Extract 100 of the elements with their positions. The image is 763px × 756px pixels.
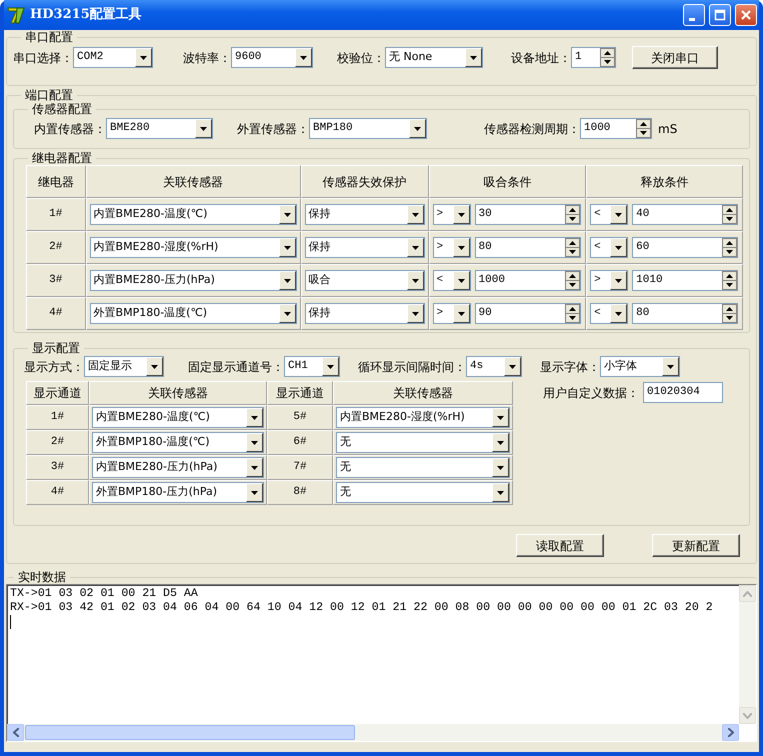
- dropdown[interactable]: 无 None: [385, 47, 483, 68]
- spin-buttons[interactable]: [722, 238, 738, 257]
- dropdown-arrow-button[interactable]: [662, 357, 679, 376]
- spin-field[interactable]: 80: [474, 237, 581, 258]
- table-cell: 4#: [26, 480, 89, 505]
- dropdown[interactable]: 内置BME280-压力(hPa): [90, 270, 297, 291]
- dropdown-arrow-button[interactable]: [406, 304, 424, 323]
- dropdown-arrow-button[interactable]: [452, 304, 470, 323]
- dropdown[interactable]: <: [590, 303, 628, 324]
- dropdown-arrow-button[interactable]: [246, 458, 263, 477]
- dropdown[interactable]: 外置BMP180-温度(℃): [90, 303, 297, 324]
- scroll-left-button[interactable]: [7, 724, 24, 741]
- dropdown-arrow-button[interactable]: [246, 483, 263, 502]
- dropdown-arrow-button[interactable]: [492, 433, 509, 452]
- dropdown[interactable]: >: [432, 303, 471, 324]
- dropdown-arrow-button[interactable]: [246, 433, 263, 452]
- dropdown[interactable]: <: [590, 204, 628, 225]
- dropdown-arrow-button[interactable]: [610, 238, 628, 257]
- dropdown[interactable]: 保持: [304, 303, 425, 324]
- dropdown-arrow-button[interactable]: [406, 271, 424, 290]
- dropdown-arrow-button[interactable]: [492, 458, 509, 477]
- dropdown-arrow-button[interactable]: [610, 304, 628, 323]
- action-button[interactable]: 读取配置: [516, 534, 604, 557]
- dropdown[interactable]: 内置BME280-温度(℃): [90, 204, 297, 225]
- dropdown[interactable]: 9600: [231, 47, 313, 68]
- dropdown[interactable]: 无: [336, 482, 510, 503]
- dropdown-arrow-button[interactable]: [610, 271, 628, 290]
- dropdown[interactable]: 无: [336, 432, 510, 453]
- horizontal-scrollbar[interactable]: [7, 724, 739, 741]
- dropdown[interactable]: 无: [336, 457, 510, 478]
- scroll-right-button[interactable]: [722, 724, 739, 741]
- log-text-area[interactable]: TX->01 03 02 01 00 21 D5 AA RX->01 03 42 01 02 03 04 06 04 00 64 10 04 12 00 12 01 21 22 00 08 00 00 00 00 00 00 00 01 2C 03 20 2: [6, 584, 757, 742]
- dropdown-arrow-button[interactable]: [452, 238, 470, 257]
- close-button[interactable]: [735, 4, 757, 26]
- dropdown-arrow-button[interactable]: [146, 357, 163, 376]
- dropdown-arrow-button[interactable]: [409, 119, 426, 138]
- spin-buttons[interactable]: [722, 304, 738, 323]
- spin-field[interactable]: 1: [571, 47, 616, 68]
- text-field[interactable]: 01020304: [643, 382, 723, 403]
- dropdown-arrow-button[interactable]: [452, 271, 470, 290]
- spin-field[interactable]: 30: [474, 204, 581, 225]
- dropdown[interactable]: BME280: [106, 118, 213, 139]
- spin-field[interactable]: 60: [632, 237, 738, 258]
- scroll-thumb[interactable]: [25, 725, 355, 740]
- dropdown[interactable]: 内置BME280-温度(℃): [92, 407, 264, 428]
- dropdown-arrow-button[interactable]: [504, 357, 521, 376]
- spin-field[interactable]: 1000: [474, 270, 581, 291]
- dropdown[interactable]: 内置BME280-压力(hPa): [92, 457, 264, 478]
- dropdown-arrow-button[interactable]: [278, 205, 296, 224]
- dropdown[interactable]: 小字体: [600, 356, 680, 377]
- dropdown-arrow-button[interactable]: [465, 48, 482, 67]
- dropdown[interactable]: BMP180: [309, 118, 427, 139]
- spin-field[interactable]: 1000: [580, 118, 652, 139]
- dropdown[interactable]: >: [590, 270, 628, 291]
- dropdown-arrow-button[interactable]: [195, 119, 212, 138]
- dropdown[interactable]: 内置BME280-湿度(%rH): [90, 237, 297, 258]
- dropdown-arrow-button[interactable]: [322, 357, 339, 376]
- dropdown-arrow-button[interactable]: [246, 408, 263, 427]
- close-port-button[interactable]: 关闭串口: [632, 46, 718, 69]
- dropdown-arrow-button[interactable]: [492, 408, 509, 427]
- dropdown-arrow-button[interactable]: [610, 205, 628, 224]
- dropdown-arrow-icon: [615, 212, 622, 216]
- spin-buttons[interactable]: [636, 119, 651, 138]
- spin-buttons[interactable]: [722, 271, 738, 290]
- spin-buttons[interactable]: [564, 271, 580, 290]
- dropdown[interactable]: 保持: [304, 237, 425, 258]
- maximize-button[interactable]: [709, 4, 731, 26]
- minimize-button[interactable]: [683, 4, 705, 26]
- dropdown[interactable]: 固定显示: [84, 356, 164, 377]
- spin-buttons[interactable]: [564, 205, 580, 224]
- dropdown-arrow-button[interactable]: [278, 238, 296, 257]
- spin-field[interactable]: 90: [474, 303, 581, 324]
- dropdown-arrow-button[interactable]: [406, 205, 424, 224]
- dropdown[interactable]: <: [432, 270, 471, 291]
- dropdown-arrow-button[interactable]: [295, 48, 312, 67]
- action-button[interactable]: 更新配置: [652, 534, 740, 557]
- dropdown-arrow-button[interactable]: [278, 304, 296, 323]
- dropdown[interactable]: 外置BMP180-压力(hPa): [92, 482, 264, 503]
- spin-buttons[interactable]: [564, 304, 580, 323]
- dropdown[interactable]: 内置BME280-湿度(%rH): [336, 407, 510, 428]
- dropdown[interactable]: 保持: [304, 204, 425, 225]
- dropdown[interactable]: >: [432, 204, 471, 225]
- dropdown[interactable]: COM2: [73, 47, 153, 68]
- dropdown[interactable]: >: [432, 237, 471, 258]
- spin-buttons[interactable]: [600, 48, 615, 67]
- spin-field[interactable]: 40: [632, 204, 738, 225]
- dropdown-arrow-button[interactable]: [135, 48, 152, 67]
- spin-field[interactable]: 1010: [632, 270, 738, 291]
- dropdown[interactable]: <: [590, 237, 628, 258]
- dropdown[interactable]: 吸合: [304, 270, 425, 291]
- dropdown[interactable]: CH1: [284, 356, 340, 377]
- dropdown[interactable]: 外置BMP180-温度(℃): [92, 432, 264, 453]
- spin-buttons[interactable]: [564, 238, 580, 257]
- dropdown-arrow-button[interactable]: [278, 271, 296, 290]
- dropdown-arrow-button[interactable]: [492, 483, 509, 502]
- spin-buttons[interactable]: [722, 205, 738, 224]
- dropdown-arrow-button[interactable]: [406, 238, 424, 257]
- spin-field[interactable]: 80: [632, 303, 738, 324]
- dropdown[interactable]: 4s: [466, 356, 522, 377]
- dropdown-arrow-button[interactable]: [452, 205, 470, 224]
